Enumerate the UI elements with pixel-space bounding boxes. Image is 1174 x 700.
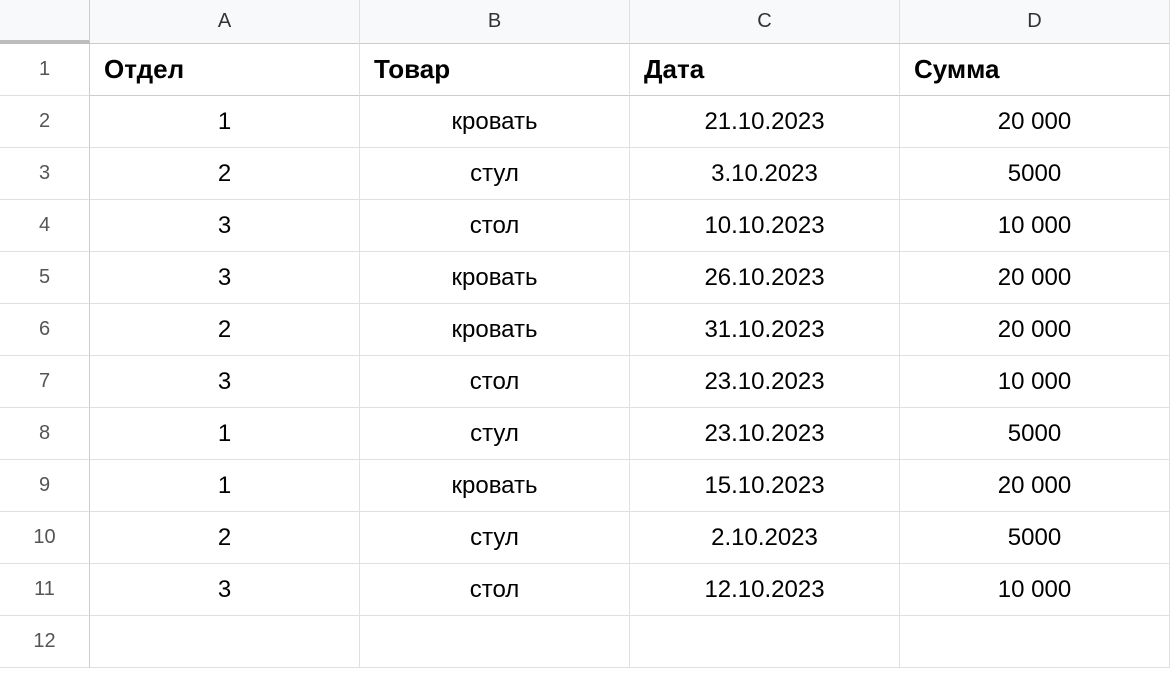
row-header-11[interactable]: 11 — [0, 564, 90, 616]
cell-D2[interactable]: 20 000 — [900, 96, 1170, 148]
row-header-7[interactable]: 7 — [0, 356, 90, 408]
cell-B9[interactable]: кровать — [360, 460, 630, 512]
cell-C1[interactable]: Дата — [630, 44, 900, 96]
row-header-4[interactable]: 4 — [0, 200, 90, 252]
row-header-9[interactable]: 9 — [0, 460, 90, 512]
cell-D5[interactable]: 20 000 — [900, 252, 1170, 304]
cell-D1[interactable]: Сумма — [900, 44, 1170, 96]
cell-D6[interactable]: 20 000 — [900, 304, 1170, 356]
cell-D4[interactable]: 10 000 — [900, 200, 1170, 252]
cell-A7[interactable]: 3 — [90, 356, 360, 408]
cell-A11[interactable]: 3 — [90, 564, 360, 616]
cell-D3[interactable]: 5000 — [900, 148, 1170, 200]
cell-D12[interactable] — [900, 616, 1170, 668]
row-header-12[interactable]: 12 — [0, 616, 90, 668]
cell-B4[interactable]: стол — [360, 200, 630, 252]
cell-C7[interactable]: 23.10.2023 — [630, 356, 900, 408]
row-header-1[interactable]: 1 — [0, 44, 90, 96]
cell-B12[interactable] — [360, 616, 630, 668]
select-all-corner[interactable] — [0, 0, 90, 44]
row-header-3[interactable]: 3 — [0, 148, 90, 200]
cell-D9[interactable]: 20 000 — [900, 460, 1170, 512]
cell-B3[interactable]: стул — [360, 148, 630, 200]
cell-A5[interactable]: 3 — [90, 252, 360, 304]
cell-B10[interactable]: стул — [360, 512, 630, 564]
cell-D8[interactable]: 5000 — [900, 408, 1170, 460]
cell-B11[interactable]: стол — [360, 564, 630, 616]
cell-C9[interactable]: 15.10.2023 — [630, 460, 900, 512]
cell-A8[interactable]: 1 — [90, 408, 360, 460]
cell-B6[interactable]: кровать — [360, 304, 630, 356]
cell-A4[interactable]: 3 — [90, 200, 360, 252]
cell-C4[interactable]: 10.10.2023 — [630, 200, 900, 252]
cell-C5[interactable]: 26.10.2023 — [630, 252, 900, 304]
cell-B8[interactable]: стул — [360, 408, 630, 460]
cell-C11[interactable]: 12.10.2023 — [630, 564, 900, 616]
cell-A3[interactable]: 2 — [90, 148, 360, 200]
cell-C8[interactable]: 23.10.2023 — [630, 408, 900, 460]
row-header-5[interactable]: 5 — [0, 252, 90, 304]
cell-B1[interactable]: Товар — [360, 44, 630, 96]
cell-B5[interactable]: кровать — [360, 252, 630, 304]
cell-A1[interactable]: Отдел — [90, 44, 360, 96]
cell-B7[interactable]: стол — [360, 356, 630, 408]
col-header-B[interactable]: B — [360, 0, 630, 44]
col-header-D[interactable]: D — [900, 0, 1170, 44]
cell-C12[interactable] — [630, 616, 900, 668]
row-header-8[interactable]: 8 — [0, 408, 90, 460]
row-header-10[interactable]: 10 — [0, 512, 90, 564]
spreadsheet-grid: A B C D 1 Отдел Товар Дата Сумма 2 1 кро… — [0, 0, 1174, 668]
cell-A10[interactable]: 2 — [90, 512, 360, 564]
cell-A12[interactable] — [90, 616, 360, 668]
cell-B2[interactable]: кровать — [360, 96, 630, 148]
col-header-A[interactable]: A — [90, 0, 360, 44]
cell-A6[interactable]: 2 — [90, 304, 360, 356]
cell-A2[interactable]: 1 — [90, 96, 360, 148]
row-header-2[interactable]: 2 — [0, 96, 90, 148]
cell-D10[interactable]: 5000 — [900, 512, 1170, 564]
cell-C10[interactable]: 2.10.2023 — [630, 512, 900, 564]
cell-C6[interactable]: 31.10.2023 — [630, 304, 900, 356]
cell-C3[interactable]: 3.10.2023 — [630, 148, 900, 200]
cell-D11[interactable]: 10 000 — [900, 564, 1170, 616]
cell-C2[interactable]: 21.10.2023 — [630, 96, 900, 148]
cell-D7[interactable]: 10 000 — [900, 356, 1170, 408]
row-header-6[interactable]: 6 — [0, 304, 90, 356]
col-header-C[interactable]: C — [630, 0, 900, 44]
cell-A9[interactable]: 1 — [90, 460, 360, 512]
